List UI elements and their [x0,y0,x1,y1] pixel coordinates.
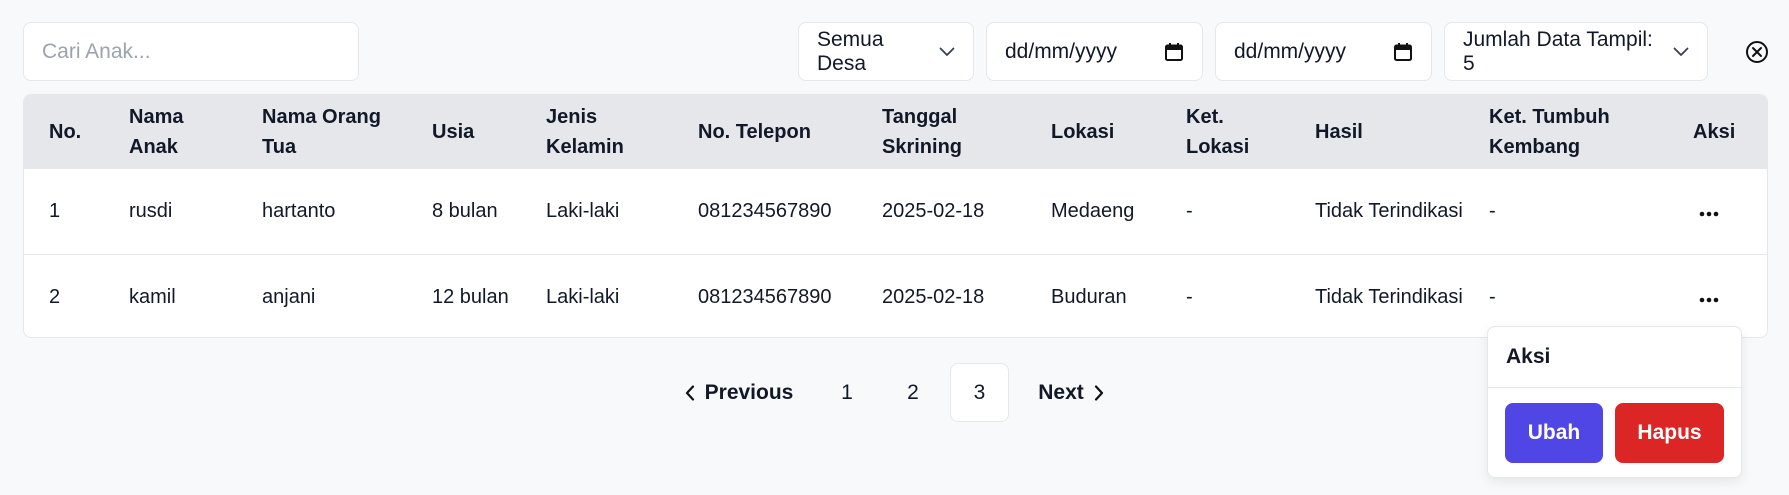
page-size-select[interactable]: Jumlah Data Tampil: 5 [1444,22,1708,81]
cell-jenis-kelamin: Laki-laki [521,253,673,337]
page-size-value: Jumlah Data Tampil: 5 [1463,27,1653,75]
page-1-button[interactable]: 1 [818,363,876,422]
edit-button[interactable]: Ubah [1505,403,1603,463]
chevron-down-icon [939,47,955,57]
cell-lokasi: Buduran [1026,253,1161,337]
header-jenis-kelamin: Jenis Kelamin [521,95,673,169]
cell-hasil: Tidak Terindikasi [1290,253,1464,337]
children-table: No. Nama Anak Nama Orang Tua Usia Jenis … [23,94,1768,338]
cell-aksi [1668,169,1767,254]
previous-label: Previous [704,380,794,404]
cell-ket-lokasi: - [1186,200,1193,223]
header-aksi: Aksi [1668,95,1767,169]
header-ket-tumbuh-kembang: Ket. Tumbuh Kembang [1464,95,1668,169]
cell-usia: 8 bulan [432,200,498,223]
header-hasil: Hasil [1290,95,1464,169]
next-label: Next [1038,380,1084,404]
page-2-button[interactable]: 2 [884,363,942,422]
filter-toolbar: Semua Desa dd/mm/yyyy dd/mm/yyyy Jumlah … [23,22,1769,82]
cell-no-telepon: 081234567890 [673,253,857,337]
more-actions-icon[interactable] [1693,202,1725,226]
date-from-placeholder: dd/mm/yyyy [1005,39,1118,63]
page-number: 2 [907,380,919,404]
page-number: 3 [973,380,986,404]
page-number: 1 [841,380,853,404]
date-to-input[interactable]: dd/mm/yyyy [1215,22,1432,81]
more-actions-icon[interactable] [1693,288,1725,312]
table-header: No. Nama Anak Nama Orang Tua Usia Jenis … [24,95,1767,169]
action-menu-title: Aksi [1488,327,1741,388]
cell-ket-lokasi: - [1161,253,1290,337]
cell-hasil: Tidak Terindikasi [1315,200,1463,223]
village-select-value: Semua Desa [817,27,884,75]
next-page-button[interactable]: Next [1030,363,1122,422]
cell-tanggal-skrining: 2025-02-18 [882,200,985,223]
search-input[interactable] [23,22,359,81]
previous-page-button[interactable]: Previous [674,363,794,422]
action-menu-buttons: Ubah Hapus [1488,388,1741,478]
close-circle-icon [1745,40,1769,64]
header-tanggal-skrining: Tanggal Skrining [857,95,1026,169]
header-lokasi: Lokasi [1026,95,1161,169]
cell-no: 2 [24,253,104,337]
clear-filters-button[interactable] [1745,40,1769,64]
chevron-right-icon [1094,384,1104,401]
table-row: 1 rusdi hartanto 8 bulan Laki-laki 08123… [24,169,1767,254]
cell-nama-orang-tua: hartanto [262,200,336,223]
cell-nama-orang-tua: anjani [237,253,407,337]
cell-nama-anak: rusdi [129,200,173,223]
chevron-down-icon [1673,47,1689,57]
cell-no-telepon: 081234567890 [698,200,832,223]
header-no: No. [24,95,104,169]
cell-nama-anak: kamil [104,253,237,337]
cell-ket-tumbuh-kembang: - [1489,200,1496,223]
cell-usia: 12 bulan [407,253,521,337]
date-from-input[interactable]: dd/mm/yyyy [986,22,1203,81]
calendar-icon[interactable] [1393,42,1413,62]
header-nama-orang-tua: Nama Orang Tua [237,95,407,169]
header-ket-lokasi: Ket. Lokasi [1161,95,1290,169]
page-3-button[interactable]: 3 [950,363,1009,422]
header-nama-anak: Nama Anak [104,95,237,169]
date-to-placeholder: dd/mm/yyyy [1234,39,1347,63]
cell-tanggal-skrining: 2025-02-18 [857,253,1026,337]
calendar-icon[interactable] [1164,42,1184,62]
village-select[interactable]: Semua Desa [798,22,974,81]
chevron-left-icon [685,384,695,401]
cell-lokasi: Medaeng [1051,200,1135,223]
delete-button[interactable]: Hapus [1615,403,1724,463]
cell-jenis-kelamin: Laki-laki [546,200,620,223]
action-menu: Aksi Ubah Hapus [1487,326,1742,478]
header-usia: Usia [407,95,521,169]
header-no-telepon: No. Telepon [673,95,857,169]
cell-no: 1 [49,200,61,223]
